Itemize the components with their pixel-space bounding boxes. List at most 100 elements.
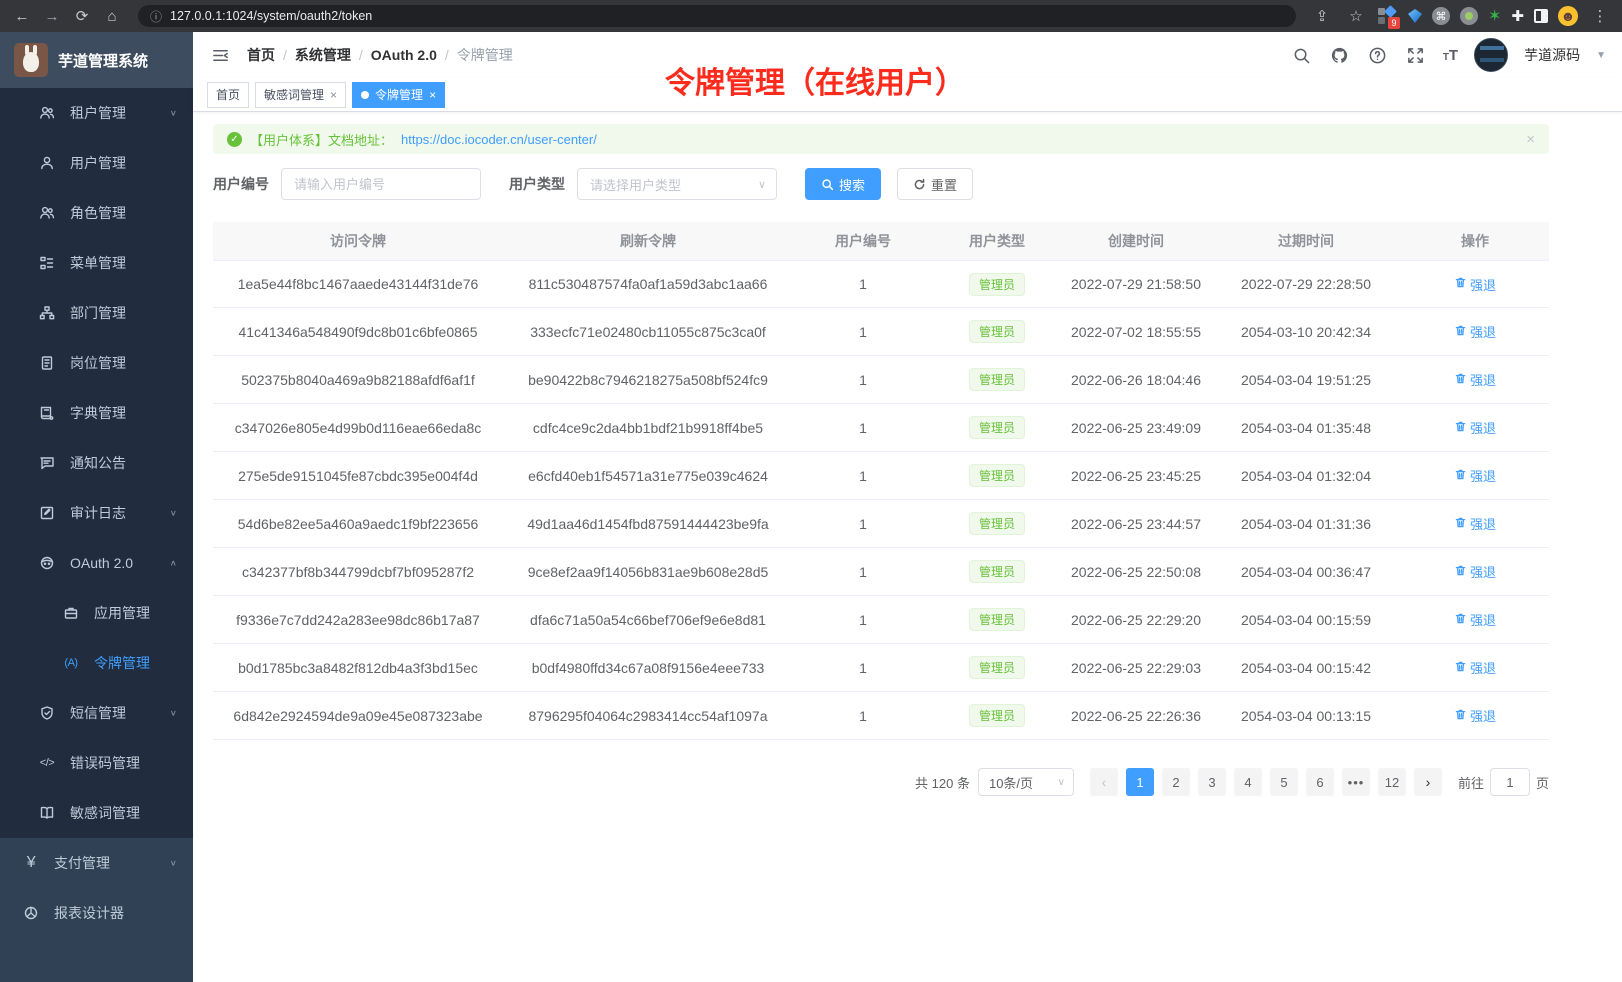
reload-icon[interactable]: ⟳	[70, 4, 94, 28]
sidebar-item-tenant[interactable]: 租户管理∨	[0, 88, 193, 138]
sidebar-item-menu[interactable]: 菜单管理	[0, 238, 193, 288]
sidebar-item-oauth2[interactable]: OAuth 2.0∧	[0, 538, 193, 588]
extension-badge-icon[interactable]: 9	[1378, 7, 1398, 25]
page-button-6[interactable]: 6	[1306, 768, 1334, 796]
browser-menu-icon[interactable]: ⋮	[1588, 4, 1612, 28]
doc-link[interactable]: https://doc.iocoder.cn/user-center/	[401, 132, 597, 147]
column-header: 刷新令牌	[503, 231, 793, 251]
page-button-3[interactable]: 3	[1198, 768, 1226, 796]
page-button-1[interactable]: 1	[1126, 768, 1154, 796]
font-size-icon[interactable]: TT	[1443, 47, 1458, 64]
force-logout-button[interactable]: 强退	[1454, 514, 1496, 533]
force-logout-button[interactable]: 强退	[1454, 610, 1496, 629]
share-icon[interactable]: ⇪	[1310, 4, 1334, 28]
url-text: 127.0.0.1:1024/system/oauth2/token	[170, 9, 372, 23]
force-logout-button[interactable]: 强退	[1454, 418, 1496, 437]
force-logout-button[interactable]: 强退	[1454, 562, 1496, 581]
user-type-select[interactable]: 请选择用户类型 ∨	[577, 168, 777, 200]
breadcrumb-item[interactable]: 首页	[247, 45, 275, 65]
command-extension-icon[interactable]: ⌘	[1432, 7, 1450, 25]
page-info-icon[interactable]: ⓘ	[150, 8, 162, 25]
sidebar-item-dict[interactable]: 字典管理	[0, 388, 193, 438]
user-type-cell: 管理员	[933, 273, 1061, 296]
app-logo-row[interactable]: 芋道管理系统	[0, 32, 193, 88]
sidebar-item-user[interactable]: 用户管理	[0, 138, 193, 188]
tab-敏感词管理[interactable]: 敏感词管理×	[255, 82, 346, 108]
user-type-badge: 管理员	[969, 368, 1025, 391]
help-icon[interactable]	[1367, 44, 1389, 66]
page-button-4[interactable]: 4	[1234, 768, 1262, 796]
page-button-5[interactable]: 5	[1270, 768, 1298, 796]
breadcrumb-item: 令牌管理	[457, 45, 513, 65]
green-star-extension-icon[interactable]: ✶	[1488, 6, 1501, 26]
user-avatar[interactable]	[1474, 38, 1508, 72]
tab-令牌管理[interactable]: 令牌管理×	[352, 82, 445, 108]
sidebar-item-dept[interactable]: 部门管理	[0, 288, 193, 338]
forward-icon[interactable]: →	[40, 4, 64, 28]
goto-page-input[interactable]	[1490, 768, 1530, 796]
gem-extension-icon[interactable]	[1408, 9, 1422, 23]
sidebar-item-sensitive[interactable]: 敏感词管理	[0, 788, 193, 838]
page-button-2[interactable]: 2	[1162, 768, 1190, 796]
search-button[interactable]: 搜索	[805, 168, 881, 200]
breadcrumb-item[interactable]: 系统管理	[295, 45, 351, 65]
sidebar-item-errcode[interactable]: </>错误码管理	[0, 738, 193, 788]
alert-close-icon[interactable]: ×	[1526, 131, 1535, 148]
sidebar-item-sms[interactable]: 短信管理∨	[0, 688, 193, 738]
sidebar-item-oauth-app[interactable]: 应用管理	[0, 588, 193, 638]
refresh-token-cell: dfa6c71a50a54c66bef706ef9e6e8d81	[503, 612, 793, 628]
home-icon[interactable]: ⌂	[100, 4, 124, 28]
force-logout-button[interactable]: 强退	[1454, 370, 1496, 389]
user-type-badge: 管理员	[969, 512, 1025, 535]
bookmark-star-icon[interactable]: ☆	[1344, 4, 1368, 28]
force-logout-button[interactable]: 强退	[1454, 706, 1496, 725]
record-extension-icon[interactable]	[1460, 7, 1478, 25]
extensions-puzzle-icon[interactable]: ✚	[1511, 7, 1524, 25]
force-logout-button[interactable]: 强退	[1454, 322, 1496, 341]
github-icon[interactable]	[1329, 44, 1351, 66]
sidebar-item-post[interactable]: 岗位管理	[0, 338, 193, 388]
access-token-cell: 275e5de9151045fe87cbdc395e004f4d	[213, 468, 503, 484]
collapse-menu-icon[interactable]	[209, 44, 231, 66]
tab-首页[interactable]: 首页	[207, 82, 249, 108]
audit-log-icon	[38, 504, 56, 522]
sidebar-item-report[interactable]: 报表设计器	[0, 888, 193, 938]
force-logout-button[interactable]: 强退	[1454, 466, 1496, 485]
sidebar-item-role[interactable]: 角色管理	[0, 188, 193, 238]
user-id-label: 用户编号	[213, 174, 269, 194]
sidebar-item-pay[interactable]: ¥支付管理∨	[0, 838, 193, 888]
force-logout-button[interactable]: 强退	[1454, 275, 1496, 294]
sidebar-item-notice[interactable]: 通知公告	[0, 438, 193, 488]
address-bar[interactable]: ⓘ 127.0.0.1:1024/system/oauth2/token	[138, 5, 1296, 27]
page-size-select[interactable]: 10条/页 ∨	[978, 768, 1074, 796]
action-cell: 强退	[1401, 466, 1549, 485]
user-type-cell: 管理员	[933, 704, 1061, 727]
tab-close-icon[interactable]: ×	[330, 88, 337, 102]
profile-avatar[interactable]: ☻	[1558, 6, 1578, 26]
force-logout-button[interactable]: 强退	[1454, 658, 1496, 677]
next-page-button[interactable]: ›	[1414, 768, 1442, 796]
page-content: ✓ 【用户体系】文档地址： https://doc.iocoder.cn/use…	[193, 112, 1622, 982]
sidebar-toggle-icon[interactable]	[1534, 9, 1548, 23]
sidebar-item-audit[interactable]: 审计日志∨	[0, 488, 193, 538]
tab-close-icon[interactable]: ×	[429, 88, 436, 102]
reset-button[interactable]: 重置	[897, 168, 973, 200]
access-token-cell: c347026e805e4d99b0d116eae66eda8c	[213, 420, 503, 436]
pager-more-icon[interactable]: •••	[1342, 768, 1370, 796]
page-button-12[interactable]: 12	[1378, 768, 1406, 796]
user-id-input[interactable]	[281, 168, 481, 200]
fullscreen-icon[interactable]	[1405, 44, 1427, 66]
back-icon[interactable]: ←	[10, 4, 34, 28]
sidebar-item-token[interactable]: (A)令牌管理	[0, 638, 193, 688]
user-name[interactable]: 芋道源码	[1524, 45, 1580, 65]
yen-icon: ¥	[22, 854, 40, 872]
prev-page-button[interactable]: ‹	[1090, 768, 1118, 796]
create-time-cell: 2022-06-25 22:29:03	[1061, 660, 1211, 676]
create-time-cell: 2022-06-25 22:26:36	[1061, 708, 1211, 724]
search-icon[interactable]	[1291, 44, 1313, 66]
breadcrumb-separator: /	[359, 47, 363, 63]
user-menu-caret-icon[interactable]: ▼	[1596, 50, 1606, 61]
extension-badge-count: 9	[1388, 17, 1400, 29]
breadcrumb-item[interactable]: OAuth 2.0	[371, 47, 437, 63]
refresh-token-cell: be90422b8c7946218275a508bf524fc9	[503, 372, 793, 388]
